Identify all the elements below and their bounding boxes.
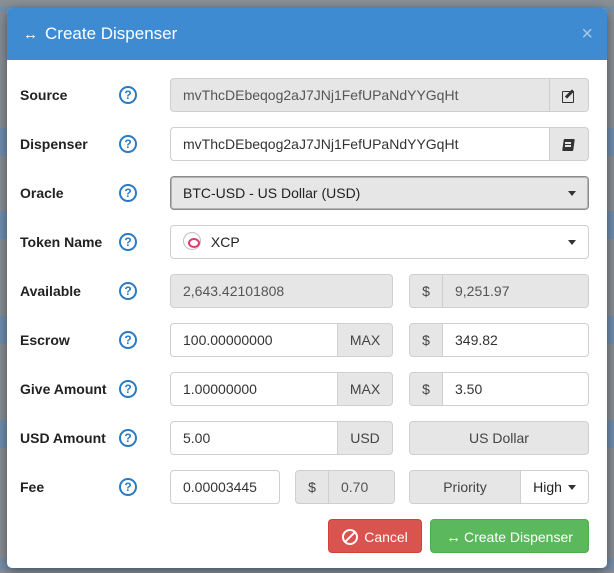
address-book-icon [562, 139, 576, 151]
oracle-select[interactable]: BTC-USD - US Dollar (USD) [170, 176, 589, 210]
priority-addon: Priority [409, 470, 521, 504]
cancel-button[interactable]: Cancel [328, 519, 422, 553]
fee-row: Fee ? 0.00003445 $ 0.70 Priority High [7, 470, 607, 504]
create-dispenser-button-label: Create Dispenser [463, 529, 573, 545]
token-selected-value: XCP [210, 234, 240, 250]
available-row: Available ? 2,643.42101808 $ 9,251.97 [7, 274, 607, 308]
give-amount-row: Give Amount ? 1.00000000 MAX $ 3.50 [7, 372, 607, 406]
help-icon[interactable]: ? [119, 184, 137, 202]
help-icon[interactable]: ? [119, 135, 137, 153]
source-address-field[interactable]: mvThcDEbeqog2aJ7JNj1FefUPaNdYYGqHt [170, 78, 550, 112]
dispenser-row: Dispenser ? mvThcDEbeqog2aJ7JNj1FefUPaNd… [7, 127, 607, 161]
oracle-selected-value: BTC-USD - US Dollar (USD) [183, 185, 361, 201]
create-dispenser-button[interactable]: ↔ Create Dispenser [430, 519, 589, 553]
help-icon[interactable]: ? [119, 478, 137, 496]
escrow-row: Escrow ? 100.00000000 MAX $ 349.82 [7, 323, 607, 357]
chevron-down-icon [568, 191, 576, 196]
give-amount-label: Give Amount [20, 381, 107, 397]
help-icon[interactable]: ? [119, 282, 137, 300]
cancel-button-label: Cancel [364, 529, 408, 545]
close-button[interactable]: × [581, 24, 593, 44]
help-icon[interactable]: ? [119, 331, 137, 349]
help-icon[interactable]: ? [119, 233, 137, 251]
oracle-row: Oracle ? BTC-USD - US Dollar (USD) [7, 176, 607, 210]
ban-icon [342, 529, 359, 545]
usd-amount-input[interactable]: 5.00 [170, 421, 338, 455]
usd-amount-label: USD Amount [20, 430, 106, 446]
source-label: Source [20, 87, 68, 103]
dispenser-label: Dispenser [20, 136, 88, 152]
edit-icon [562, 90, 576, 103]
priority-dropdown-button[interactable]: High [520, 470, 589, 504]
usd-amount-row: USD Amount ? 5.00 USD US Dollar [7, 421, 607, 455]
help-icon[interactable]: ? [119, 380, 137, 398]
dollar-addon: $ [409, 323, 443, 357]
create-dispenser-modal: ↔ Create Dispenser × Source ? mvThcDEbeq… [7, 8, 607, 568]
chevron-down-icon [568, 240, 576, 245]
currency-select-button[interactable]: US Dollar [409, 421, 589, 455]
priority-selected-value: High [533, 479, 562, 495]
usd-unit-addon: USD [337, 421, 393, 455]
fee-input[interactable]: 0.00003445 [170, 470, 280, 504]
xcp-token-icon [183, 232, 201, 251]
escrow-usd-input[interactable]: 349.82 [442, 323, 589, 357]
fee-usd-field[interactable]: 0.70 [328, 470, 395, 504]
dispenser-address-field[interactable]: mvThcDEbeqog2aJ7JNj1FefUPaNdYYGqHt [170, 127, 550, 161]
caret-down-icon [567, 485, 576, 490]
modal-header: ↔ Create Dispenser × [7, 8, 607, 60]
dollar-addon: $ [295, 470, 329, 504]
give-amount-max-button[interactable]: MAX [337, 372, 393, 406]
footer-buttons: Cancel ↔ Create Dispenser [7, 519, 607, 553]
dollar-addon: $ [409, 372, 443, 406]
token-select[interactable]: XCP [170, 225, 589, 259]
escrow-label: Escrow [20, 332, 70, 348]
source-row: Source ? mvThcDEbeqog2aJ7JNj1FefUPaNdYYG… [7, 78, 607, 112]
available-label: Available [20, 283, 81, 299]
help-icon[interactable]: ? [119, 429, 137, 447]
help-icon[interactable]: ? [119, 86, 137, 104]
dollar-addon: $ [409, 274, 443, 308]
token-name-label: Token Name [20, 234, 103, 250]
address-book-button[interactable] [549, 127, 589, 161]
give-amount-usd-input[interactable]: 3.50 [442, 372, 589, 406]
escrow-max-button[interactable]: MAX [337, 323, 393, 357]
modal-title: ↔ Create Dispenser [23, 24, 177, 44]
left-right-arrow-icon: ↔ [23, 25, 38, 43]
fee-label: Fee [20, 479, 45, 495]
available-amount-field[interactable]: 2,643.42101808 [170, 274, 393, 308]
give-amount-input[interactable]: 1.00000000 [170, 372, 338, 406]
available-usd-field[interactable]: 9,251.97 [442, 274, 589, 308]
escrow-amount-input[interactable]: 100.00000000 [170, 323, 338, 357]
modal-title-text: Create Dispenser [45, 24, 178, 43]
left-right-arrow-icon: ↔ [446, 529, 461, 546]
token-name-row: Token Name ? XCP [7, 225, 607, 259]
edit-source-button[interactable] [549, 78, 589, 112]
oracle-label: Oracle [20, 185, 64, 201]
